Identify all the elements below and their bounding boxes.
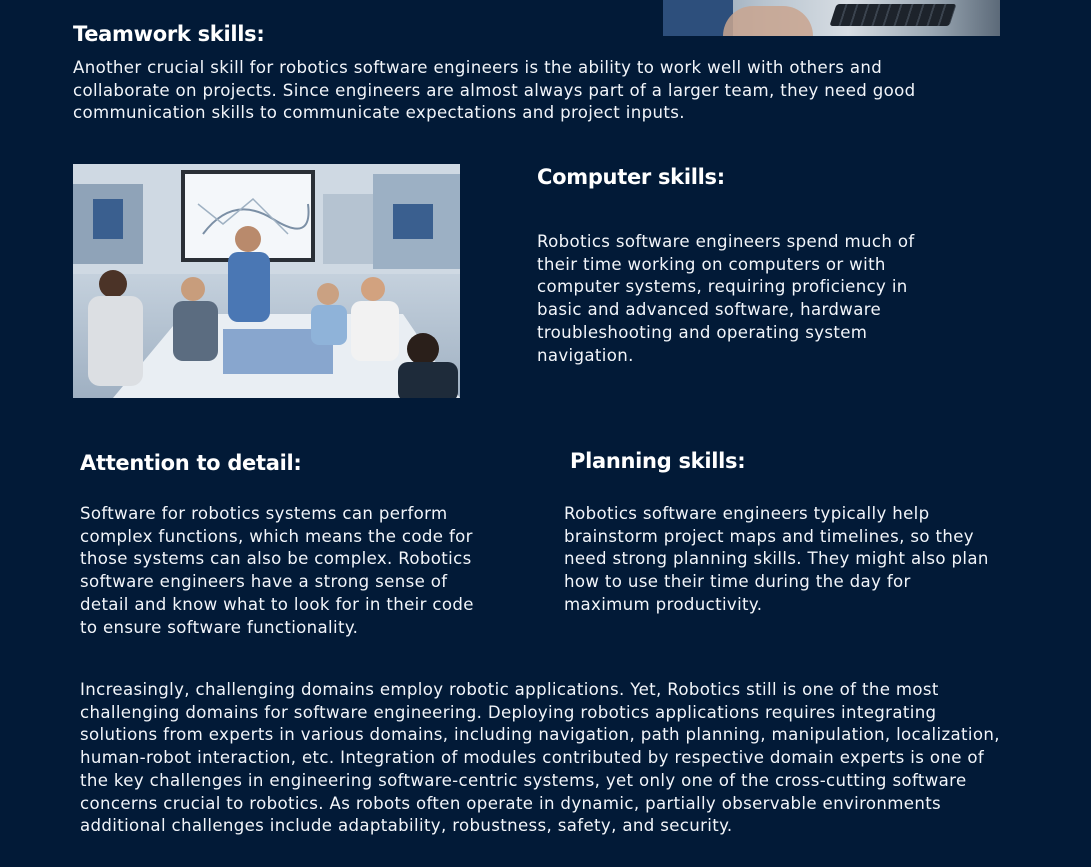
attention-to-detail-paragraph: Software for robotics systems can perfor…	[80, 504, 474, 637]
laptop-photo	[663, 0, 1000, 36]
planning-skills-heading: Planning skills:	[570, 449, 746, 473]
computer-skills-heading: Computer skills:	[537, 165, 725, 189]
computer-skills-paragraph: Robotics software engineers spend much o…	[537, 232, 915, 365]
team-meeting-photo	[73, 164, 460, 398]
closing-paragraph: Increasingly, challenging domains employ…	[80, 680, 1000, 836]
planning-skills-paragraph: Robotics software engineers typically he…	[564, 504, 989, 614]
teamwork-heading: Teamwork skills:	[73, 22, 265, 46]
teamwork-paragraph: Another crucial skill for robotics softw…	[73, 58, 916, 123]
attention-to-detail-heading: Attention to detail:	[80, 451, 302, 475]
